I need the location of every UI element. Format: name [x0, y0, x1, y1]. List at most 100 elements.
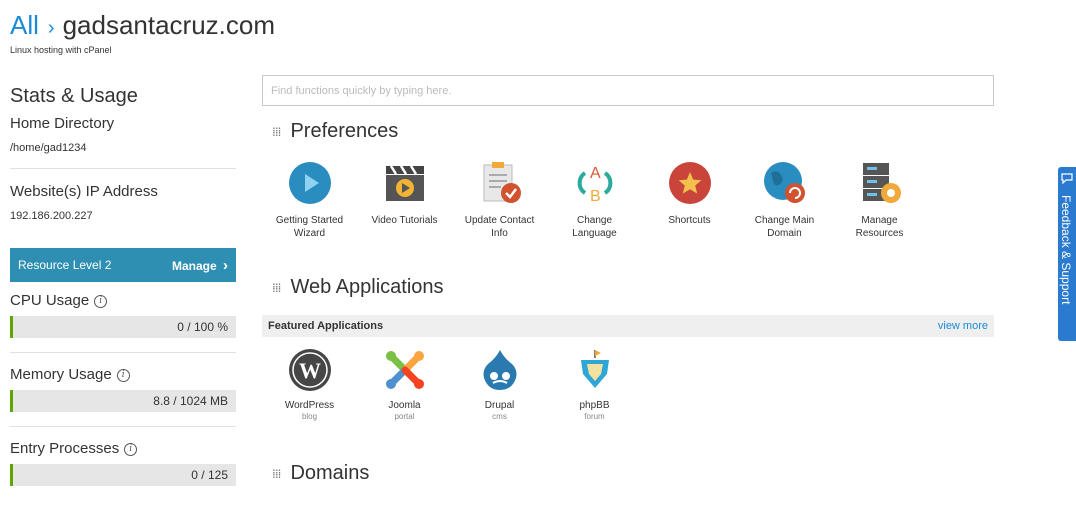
tile-label: Change Main — [754, 215, 815, 226]
wordpress-icon: W — [287, 347, 333, 393]
star-circle-icon — [667, 160, 713, 206]
video-tutorials-tile[interactable]: Video Tutorials — [357, 160, 452, 240]
featured-applications-title: Featured Applications — [268, 320, 384, 332]
drupal-tile[interactable]: Drupal cms — [452, 347, 547, 421]
svg-text:B: B — [590, 188, 601, 205]
usage-bar-fill — [10, 464, 13, 486]
tile-label: Manage — [861, 215, 898, 226]
app-category: portal — [394, 412, 415, 421]
clapperboard-icon — [382, 160, 428, 206]
usage-value: 0 / 100 % — [177, 320, 228, 334]
ip-address-label: Website(s) IP Address — [10, 183, 158, 200]
app-name: Joomla — [388, 400, 421, 411]
app-name: phpBB — [579, 400, 610, 411]
app-name: WordPress — [284, 400, 335, 411]
drag-handle-icon[interactable]: ⁞⁞⁞ — [272, 281, 282, 295]
tile-label-line2: Domain — [767, 228, 802, 239]
svg-text:W: W — [299, 358, 321, 383]
manage-resources-tile[interactable]: Manage Resources — [832, 160, 927, 240]
resource-level-label: Resource Level 2 — [18, 258, 112, 272]
app-category: forum — [584, 412, 605, 421]
section-title-text: Domains — [290, 462, 370, 484]
usage-bar: 8.8 / 1024 MB — [10, 390, 236, 412]
page-header: All › gadsantacruz.com Linux hosting wit… — [10, 10, 275, 55]
home-directory-value: /home/gad1234 — [10, 142, 87, 154]
drupal-icon — [477, 347, 523, 393]
change-language-tile[interactable]: AB Change Language — [547, 160, 642, 240]
tile-label-line2: Language — [572, 228, 617, 239]
usage-bar-fill — [10, 316, 13, 338]
tile-label: Change — [576, 215, 613, 226]
tile-label-line2: Wizard — [293, 228, 326, 239]
manage-resources-link[interactable]: Manage › — [172, 257, 228, 274]
tile-label-line2: Resources — [855, 228, 904, 239]
stats-title: Stats & Usage — [10, 85, 138, 107]
getting-started-wizard-tile[interactable]: Getting Started Wizard — [262, 160, 357, 240]
memory-usage-metric: Memory Usage i 8.8 / 1024 MB — [10, 366, 236, 412]
metric-label: CPU Usage — [10, 292, 90, 309]
usage-value: 8.8 / 1024 MB — [153, 394, 228, 408]
metric-label: Entry Processes — [10, 440, 120, 457]
play-circle-icon — [287, 160, 333, 206]
cpu-usage-metric: CPU Usage i 0 / 100 % — [10, 292, 236, 338]
update-contact-info-tile[interactable]: Update Contact Info — [452, 160, 547, 240]
feedback-support-tab[interactable]: Feedback & Support — [1058, 167, 1076, 341]
feedback-label: Feedback & Support — [1059, 195, 1073, 305]
tile-label: Getting Started — [275, 215, 344, 226]
breadcrumb-all-link[interactable]: All — [10, 10, 39, 40]
section-title-text: Web Applications — [290, 276, 444, 298]
search-box — [262, 75, 994, 106]
usage-value: 0 / 125 — [191, 468, 228, 482]
change-main-domain-tile[interactable]: Change Main Domain — [737, 160, 832, 240]
home-directory-label: Home Directory — [10, 115, 115, 132]
resource-level-bar: Resource Level 2 Manage › — [10, 248, 236, 282]
phpbb-icon — [572, 347, 618, 393]
divider — [10, 426, 236, 427]
app-category: cms — [492, 412, 507, 421]
language-ab-icon: AB — [572, 160, 618, 206]
info-icon[interactable]: i — [94, 294, 108, 308]
section-title-text: Preferences — [290, 120, 399, 142]
wordpress-tile[interactable]: W WordPress blog — [262, 347, 357, 421]
preferences-icons: Getting Started Wizard Video Tutorials Up… — [262, 160, 927, 240]
ip-address-value: 192.186.200.227 — [10, 210, 93, 222]
app-category: blog — [301, 412, 318, 421]
page-title: gadsantacruz.com — [62, 10, 276, 40]
preferences-section-title[interactable]: ⁞⁞⁞ Preferences — [272, 120, 398, 143]
tile-label: Video Tutorials — [371, 215, 438, 226]
phpbb-tile[interactable]: phpBB forum — [547, 347, 642, 421]
info-icon[interactable]: i — [124, 442, 138, 456]
breadcrumb-separator: › — [47, 17, 55, 39]
usage-bar: 0 / 125 — [10, 464, 236, 486]
manage-label: Manage — [171, 258, 217, 273]
search-input[interactable] — [263, 76, 993, 105]
tile-label-line2: Info — [491, 228, 508, 239]
joomla-tile[interactable]: Joomla portal — [357, 347, 452, 421]
view-more-link[interactable]: view more — [938, 320, 988, 332]
stats-sidebar: Stats & Usage Home Directory /home/gad12… — [10, 84, 236, 486]
divider — [10, 352, 236, 353]
drag-handle-icon[interactable]: ⁞⁞⁞ — [272, 125, 282, 139]
app-name: Drupal — [484, 400, 515, 411]
feedback-icon — [1061, 173, 1073, 184]
tile-label: Update Contact — [464, 215, 535, 226]
info-icon[interactable]: i — [116, 368, 130, 382]
svg-text:A: A — [590, 165, 601, 182]
joomla-icon — [382, 347, 428, 393]
domains-section-title[interactable]: ⁞⁞⁞ Domains — [272, 462, 369, 485]
usage-bar-fill — [10, 390, 13, 412]
hosting-subtitle: Linux hosting with cPanel — [10, 45, 112, 55]
usage-bar: 0 / 100 % — [10, 316, 236, 338]
metric-label: Memory Usage — [10, 366, 112, 383]
entry-processes-metric: Entry Processes i 0 / 125 — [10, 440, 236, 486]
web-applications-section-title[interactable]: ⁞⁞⁞ Web Applications — [272, 276, 444, 299]
clipboard-check-icon — [477, 160, 523, 206]
shortcuts-tile[interactable]: Shortcuts — [642, 160, 737, 240]
featured-applications-bar: Featured Applications view more — [262, 315, 994, 337]
server-gear-icon — [857, 160, 903, 206]
featured-apps-row: W WordPress blog Joomla portal Drupal cm… — [262, 347, 642, 421]
breadcrumb: All › gadsantacruz.com — [10, 10, 275, 43]
tile-label: Shortcuts — [668, 215, 711, 226]
globe-refresh-icon — [762, 160, 808, 206]
drag-handle-icon[interactable]: ⁞⁞⁞ — [272, 467, 282, 481]
